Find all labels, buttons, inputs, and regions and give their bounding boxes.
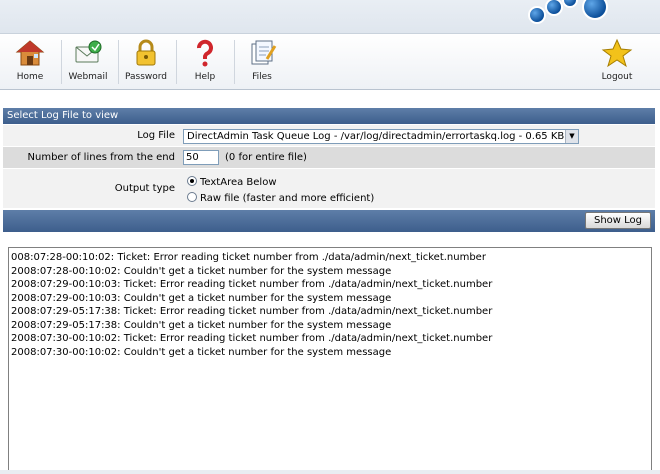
output-type-field: TextArea Below Raw file (faster and more… (183, 169, 655, 208)
radio-raw-file-label: Raw file (faster and more efficient) (200, 193, 375, 204)
decor-dot-3 (562, 0, 578, 8)
decor-dot-1 (528, 6, 546, 24)
toolbar-password[interactable]: Password (118, 38, 174, 88)
toolbar-files[interactable]: Files (234, 38, 290, 88)
star-icon (601, 38, 633, 68)
output-type-label: Output type (114, 183, 175, 194)
lines-input[interactable]: 50 (183, 150, 219, 165)
log-line: 2008:07:29-05:17:38: Ticket: Error readi… (11, 306, 493, 317)
top-banner (0, 0, 660, 34)
log-file-select[interactable]: DirectAdmin Task Queue Log - /var/log/di… (183, 129, 579, 144)
decor-dot-4 (582, 0, 608, 20)
chevron-down-icon[interactable]: ▼ (565, 130, 578, 143)
log-line: 2008:07:29-05:17:38: Couldn't get a tick… (11, 319, 392, 331)
log-line: 2008:07:29-00:10:03: Ticket: Error readi… (11, 279, 493, 290)
log-line: 2008:07:28-00:10:02: Couldn't get a tick… (11, 265, 392, 277)
log-output-textarea[interactable]: 008:07:28-00:10:02: Ticket: Error readin… (8, 247, 652, 471)
toolbar-help-label: Help (194, 72, 216, 82)
lines-label: Number of lines from the end (27, 152, 175, 163)
question-icon (189, 38, 221, 68)
output-type-row: Output type TextArea Below Raw file (fas… (3, 169, 655, 209)
toolbar-webmail[interactable]: Webmail (60, 38, 116, 88)
radio-textarea-control[interactable] (187, 176, 197, 186)
decor-dot-2 (545, 0, 563, 16)
lines-hint: (0 for entire file) (225, 152, 307, 163)
log-line: 2008:07:30-00:10:02: Ticket: Error readi… (11, 333, 493, 344)
house-icon (14, 38, 46, 68)
lines-field: 50 (0 for entire file) (183, 147, 655, 168)
radio-textarea-label: TextArea Below (200, 177, 277, 188)
lock-icon (130, 38, 162, 68)
toolbar-help[interactable]: Help (177, 38, 233, 88)
log-line: 2008:07:30-00:10:02: Couldn't get a tick… (11, 346, 392, 358)
bottom-edge (0, 470, 660, 474)
panel-title: Select Log File to view (3, 108, 655, 124)
log-file-field: DirectAdmin Task Queue Log - /var/log/di… (183, 125, 655, 146)
radio-textarea[interactable]: TextArea Below (187, 176, 277, 188)
main-toolbar: Home Webmail Password Help Files Logout (0, 34, 660, 90)
toolbar-logout[interactable]: Logout (589, 38, 645, 88)
files-icon (246, 38, 278, 68)
panel-footer: Show Log (3, 210, 655, 232)
log-line: 2008:07:29-00:10:03: Couldn't get a tick… (11, 292, 392, 304)
mail-icon (72, 38, 104, 68)
log-line: 008:07:28-00:10:02: Ticket: Error readin… (11, 252, 486, 263)
radio-raw-file-control[interactable] (187, 192, 197, 202)
log-file-row: Log File DirectAdmin Task Queue Log - /v… (3, 125, 655, 147)
toolbar-files-label: Files (252, 72, 272, 82)
show-log-button[interactable]: Show Log (584, 212, 651, 229)
log-file-selected-value: DirectAdmin Task Queue Log - /var/log/di… (187, 131, 565, 142)
lines-row: Number of lines from the end 50 (0 for e… (3, 147, 655, 169)
toolbar-logout-label: Logout (601, 72, 633, 82)
toolbar-home[interactable]: Home (2, 38, 58, 88)
radio-raw-file[interactable]: Raw file (faster and more efficient) (187, 192, 374, 204)
toolbar-password-label: Password (124, 72, 168, 82)
toolbar-home-label: Home (16, 72, 44, 82)
log-file-label: Log File (137, 130, 175, 141)
toolbar-webmail-label: Webmail (68, 72, 108, 82)
